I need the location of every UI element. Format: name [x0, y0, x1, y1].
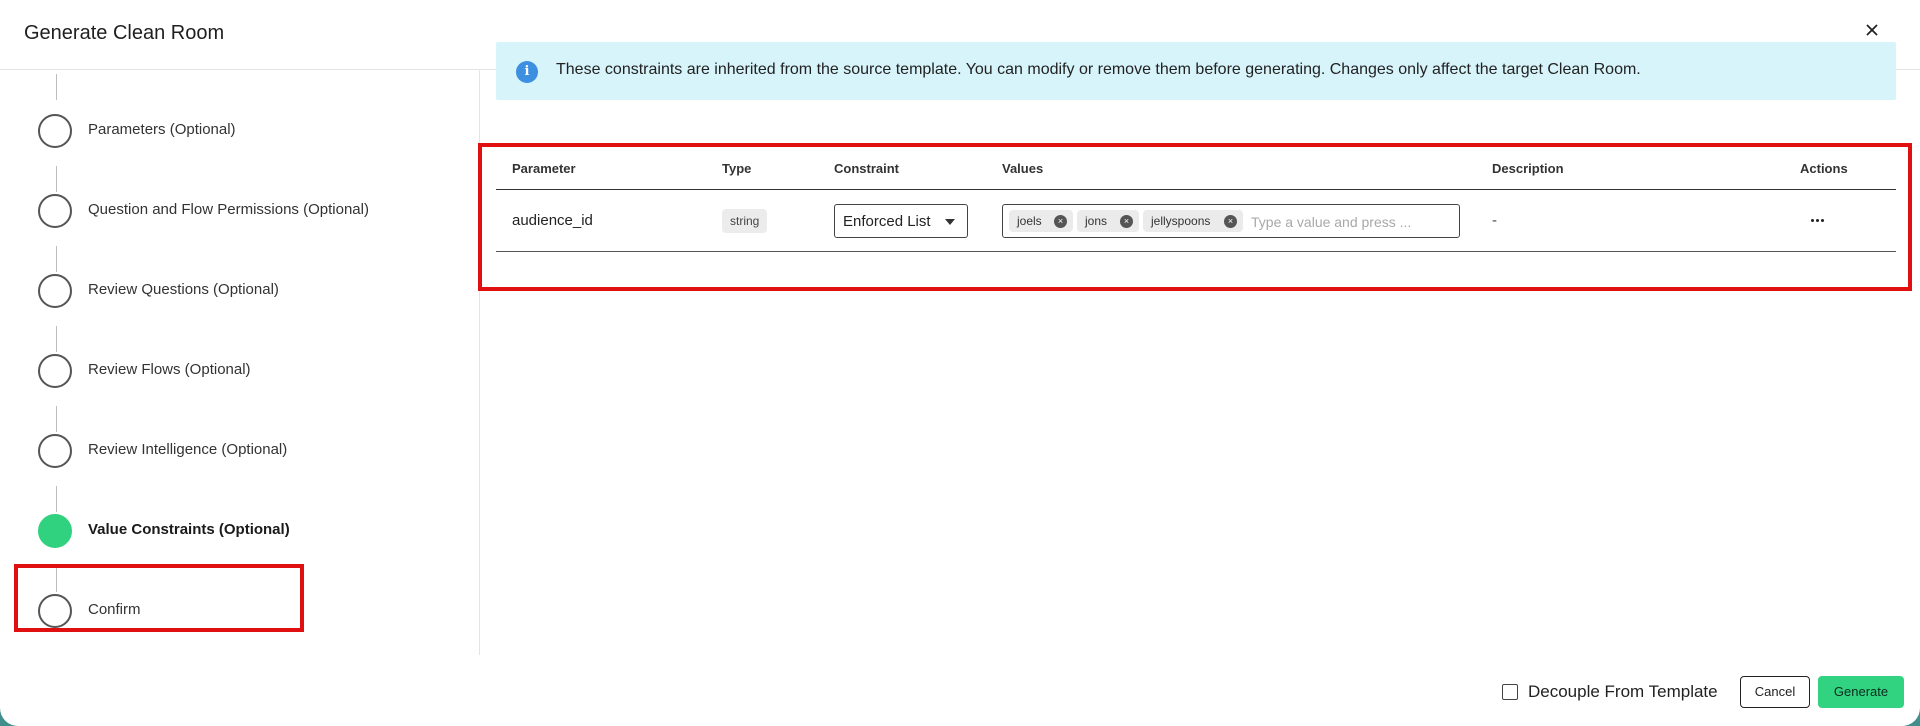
step-active-circle-icon [38, 514, 72, 548]
step-circle-icon [38, 354, 72, 388]
step-label: Review Flows (Optional) [88, 361, 251, 378]
step-review-flows[interactable]: Review Flows (Optional) [38, 352, 478, 388]
step-circle-icon [38, 114, 72, 148]
cancel-button[interactable]: Cancel [1740, 676, 1810, 708]
step-label: Review Intelligence (Optional) [88, 441, 288, 458]
step-circle-icon [38, 194, 72, 228]
info-icon: i [516, 61, 538, 83]
generate-clean-room-dialog: Generate Clean Room Parameters (Optional… [0, 0, 1920, 726]
stepper-connector [56, 486, 57, 512]
step-label: Parameters (Optional) [88, 121, 236, 138]
decouple-checkbox[interactable] [1502, 684, 1518, 700]
step-circle-icon [38, 434, 72, 468]
step-review-questions[interactable]: Review Questions (Optional) [38, 272, 478, 308]
step-parameters[interactable]: Parameters (Optional) [38, 112, 478, 148]
step-label: Value Constraints (Optional) [88, 521, 290, 538]
step-label: Review Questions (Optional) [88, 281, 279, 298]
step-label: Question and Flow Permissions (Optional) [88, 201, 369, 218]
stepper-connector [56, 406, 57, 432]
close-icon[interactable] [1858, 16, 1886, 44]
constraints-table-highlight [478, 143, 1912, 291]
stepper-connector [56, 166, 57, 192]
step-question-flow-permissions[interactable]: Question and Flow Permissions (Optional) [38, 192, 478, 228]
info-banner: i These constraints are inherited from t… [496, 42, 1896, 100]
step-circle-icon [38, 274, 72, 308]
stepper-connector [56, 326, 57, 352]
decouple-label[interactable]: Decouple From Template [1528, 682, 1718, 702]
step-value-constraints[interactable]: Value Constraints (Optional) [38, 512, 478, 548]
stepper-connector [56, 74, 57, 100]
generate-button[interactable]: Generate [1818, 676, 1904, 708]
dialog-title: Generate Clean Room [24, 22, 225, 44]
step-review-intelligence[interactable]: Review Intelligence (Optional) [38, 432, 478, 468]
info-text: These constraints are inherited from the… [556, 61, 1641, 78]
stepper-connector [56, 246, 57, 272]
stepper-sidebar: Parameters (Optional) Question and Flow … [0, 70, 480, 655]
active-step-highlight [14, 564, 304, 632]
